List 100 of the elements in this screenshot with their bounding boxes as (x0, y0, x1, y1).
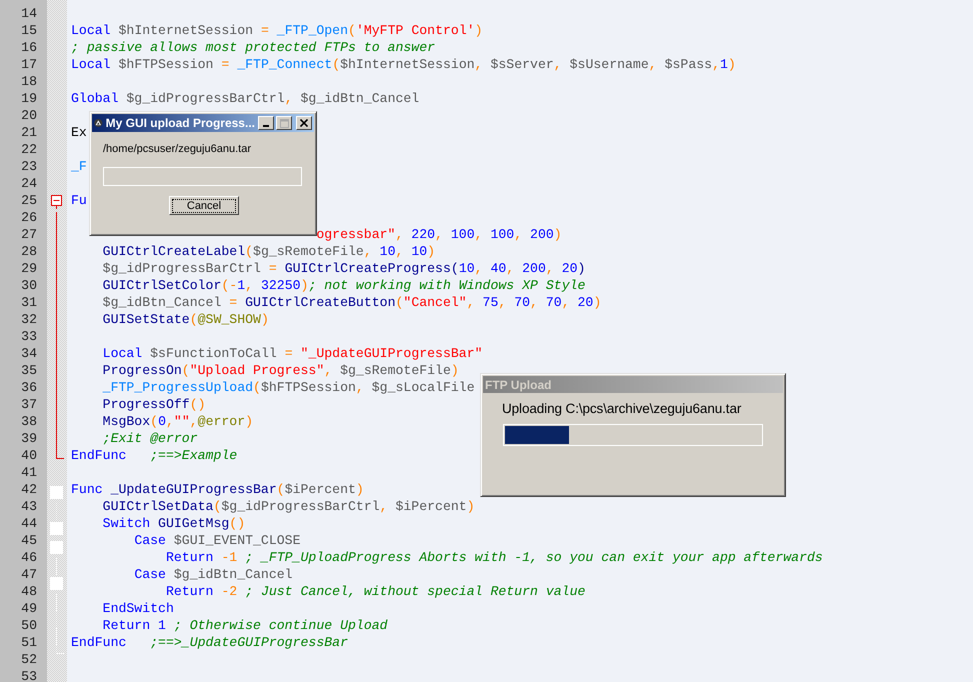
operator: ( (348, 23, 356, 38)
line-number: 30 (20, 277, 38, 294)
operator: ( (213, 499, 222, 514)
operator: , (395, 227, 404, 242)
line-number: 24 (20, 175, 38, 192)
variable-name: $g_idBtn_Cancel (172, 567, 293, 582)
fold-minus-icon[interactable] (51, 195, 62, 209)
variable-name: $g_sLocalFile (372, 380, 475, 395)
function-call: GUICtrlCreateProgress( (284, 261, 459, 276)
variable-name: $g_idProgressBarCtrl (125, 91, 285, 106)
operator: ) (427, 244, 436, 259)
keyword: Global (71, 91, 118, 106)
number-literal: 10 (458, 261, 475, 276)
number-literal: 1 (157, 618, 166, 633)
line-number: 21 (20, 124, 38, 141)
keyword: Local (71, 23, 111, 38)
function-call: _FTP_Open (276, 23, 348, 38)
operator: () (229, 516, 246, 531)
line-number: 50 (20, 617, 38, 634)
number-literal: 32250 (260, 278, 301, 293)
string-literal: "" (174, 414, 190, 429)
line-number: 15 (20, 22, 38, 39)
fold-marker-icon[interactable] (50, 541, 63, 554)
operator: ) (450, 363, 459, 378)
line-number: 46 (20, 549, 38, 566)
line-number: 52 (20, 651, 38, 668)
operator: ( (395, 295, 404, 310)
operator: = (268, 261, 277, 276)
function-call: _FTP_ProgressUpload (102, 380, 254, 395)
line-number: 31 (20, 294, 38, 311)
line-number: 28 (20, 243, 38, 260)
fold-marker-icon[interactable] (50, 486, 63, 499)
keyword: EndSwitch (102, 601, 174, 616)
operator: ) (593, 295, 602, 310)
function-call: _F (71, 159, 87, 174)
variable-name: $sUsername (570, 57, 649, 72)
macro-name: @error (198, 414, 246, 429)
variable-name: $g_idProgressBarCtrl (102, 261, 262, 276)
line-number: 37 (20, 396, 38, 413)
line-number: 19 (20, 90, 38, 107)
function-call: ProgressOn (102, 363, 182, 378)
line-number: 16 (20, 39, 38, 56)
minimize-button[interactable] (258, 116, 274, 130)
cancel-button[interactable]: Cancel (169, 196, 239, 215)
operator: , (474, 57, 484, 72)
string-literal: "Cancel" (403, 295, 467, 310)
function-call: GUISetState (102, 312, 190, 327)
operator: ) (466, 499, 475, 514)
number-literal: 75 (482, 295, 498, 310)
keyword: Func (71, 482, 103, 497)
operator: , (395, 244, 404, 259)
line-number: 14 (20, 5, 38, 22)
operator: , (324, 363, 334, 378)
keyword: Case (134, 567, 166, 582)
operator: -1 (220, 550, 238, 565)
operator: ( (332, 57, 340, 72)
fold-marker-icon[interactable] (50, 577, 63, 590)
code-comment: ; Otherwise continue Upload (172, 618, 388, 633)
line-number: 32 (20, 311, 38, 328)
function-call: GUICtrlCreateButton (244, 295, 396, 310)
operator: , (530, 295, 539, 310)
operator: ( (182, 363, 190, 378)
window-title: FTP Upload (485, 378, 552, 392)
close-icon (300, 119, 308, 127)
variable-name: $g_idBtn_Cancel (102, 295, 222, 310)
close-button[interactable] (296, 116, 312, 130)
code-comment: ; passive allows most protected FTPs to answer (71, 40, 436, 55)
keyword: Fu (71, 193, 87, 208)
code-comment: ; Just Cancel, without special Return value (244, 584, 586, 599)
line-number: 51 (20, 634, 38, 651)
function-call: GUIGetMsg (157, 516, 230, 531)
operator: ( (276, 482, 285, 497)
line-number: 48 (20, 583, 38, 600)
number-literal: 1 (237, 278, 246, 293)
fold-marker-icon[interactable] (50, 522, 63, 535)
variable-name: $sPass (664, 57, 712, 72)
number-literal: 10 (411, 244, 428, 259)
operator: , (166, 414, 174, 429)
keyword: Local (71, 57, 111, 72)
number-literal: 0 (158, 414, 166, 429)
operator: , (562, 295, 571, 310)
operator: , (506, 261, 516, 276)
line-number: 29 (20, 260, 38, 277)
operator: ( (150, 414, 158, 429)
code-comment: ;Exit @error (102, 431, 198, 446)
maximize-button[interactable] (276, 116, 292, 130)
variable-name: $sServer (490, 57, 554, 72)
number-literal: 200 (522, 261, 546, 276)
string-literal: "Upload Progress" (190, 363, 324, 378)
number-literal: 40 (490, 261, 506, 276)
variable-name: $hFTPSession (117, 57, 214, 72)
operator: (- (221, 278, 238, 293)
operator: ( (190, 312, 198, 327)
window-title: My GUI upload Progress... (106, 116, 255, 130)
line-number: 23 (20, 158, 38, 175)
code-comment: ;==>Example (149, 448, 238, 463)
variable-name: $g_idBtn_Cancel (300, 91, 420, 106)
variable-name: $hInternetSession (117, 23, 254, 38)
variable-name: $g_sRemoteFile (340, 363, 451, 378)
line-number: 35 (20, 362, 38, 379)
